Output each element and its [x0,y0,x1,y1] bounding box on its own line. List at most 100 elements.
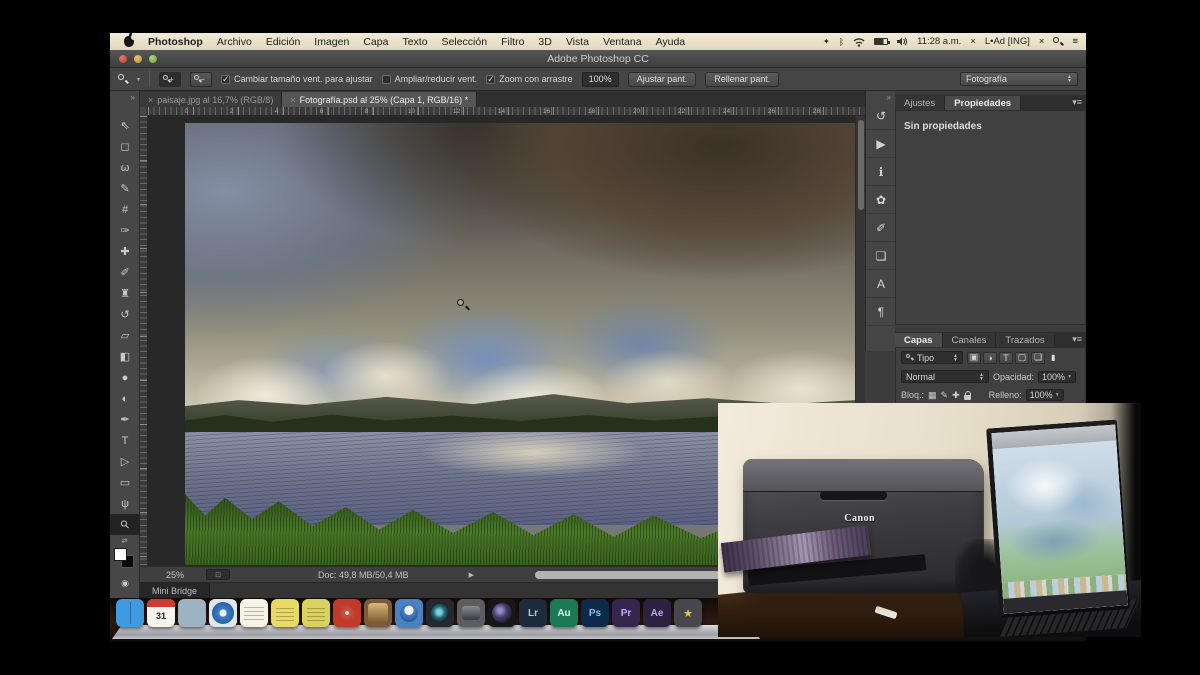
zoom-in-button[interactable]: + [159,72,181,87]
quick-mask-button[interactable]: ◉ [110,573,140,594]
tab-capas[interactable]: Capas [895,333,943,347]
tool-button[interactable]: ♜ [110,283,140,304]
menu-clock[interactable]: 11:28 a.m. [917,36,961,47]
dock-icon[interactable]: Pr [612,599,640,627]
checkbox-zoom-all-windows[interactable]: Ampliar/reducir vent. [382,74,478,84]
menu-app-name[interactable]: Photoshop [148,36,203,48]
tool-button[interactable]: # [110,199,140,220]
menu-item[interactable]: Filtro [501,36,524,48]
apple-menu-icon[interactable] [124,36,134,47]
swap-colors-icon[interactable]: ⇄ [110,537,139,545]
close-window-button[interactable] [119,55,127,63]
dock-icon[interactable] [333,599,361,627]
lock-position-icon[interactable]: ✚ [952,390,960,401]
dock-icon[interactable] [674,599,702,627]
zoom-tool-icon[interactable] [118,74,128,84]
menu-item[interactable]: Vista [566,36,589,48]
collapsed-panel-icon[interactable]: ¶ [866,298,896,326]
dock-icon[interactable] [364,599,392,627]
input-close-right[interactable]: × [1039,36,1045,47]
horizontal-ruler[interactable]: 0246810121416182022242628 [148,107,865,116]
dock-icon[interactable] [116,599,144,627]
tool-button[interactable]: ▱ [110,325,140,346]
layer-filter-icon[interactable]: T [999,352,1013,364]
blend-mode-select[interactable]: Normal ▲▼ [901,370,989,383]
status-expand-icon[interactable]: ▶ [469,571,474,579]
collapsed-panel-icon[interactable]: ↺ [866,102,896,130]
fill-screen-button[interactable]: Rellenar pant. [705,72,779,87]
tool-button[interactable]: ⚲ [110,514,140,535]
dock-icon[interactable]: Au [550,599,578,627]
vertical-scrollbar-thumb[interactable] [858,120,864,210]
tab-canales[interactable]: Canales [943,333,997,347]
checkbox-box[interactable] [486,75,495,84]
battery-icon[interactable] [874,38,888,45]
tool-button[interactable]: ▭ [110,472,140,493]
tool-preset-caret[interactable]: ▾ [137,76,140,83]
dock-icon[interactable] [302,599,330,627]
input-method-label[interactable]: L•Ad [ING] [985,36,1030,47]
zoom-level-field[interactable]: 25% [166,570,184,580]
menu-item[interactable]: Selección [442,36,488,48]
checkbox-box[interactable] [382,75,391,84]
tool-button[interactable]: ψ [110,493,140,514]
close-tab-icon[interactable]: × [290,95,295,105]
tool-button[interactable]: ✚ [110,241,140,262]
mini-bridge-tab[interactable]: Mini Bridge [140,583,210,599]
close-tab-icon[interactable]: × [148,95,153,105]
dock-icon[interactable] [426,599,454,627]
tool-button[interactable]: ✐ [110,262,140,283]
zoom-out-button[interactable]: − [190,72,212,87]
menu-item[interactable]: Ventana [603,36,642,48]
collapsed-panel-icon[interactable]: ✐ [866,214,896,242]
layer-filter-type-select[interactable]: Tipo ▲▼ [901,351,963,364]
notification-center-icon[interactable]: ≡ [1072,36,1078,47]
lock-transparency-icon[interactable]: ▦ [928,390,937,401]
tab-ajustes[interactable]: Ajustes [895,96,945,110]
menu-item[interactable]: Capa [363,36,388,48]
minimize-window-button[interactable] [134,55,142,63]
dock-icon[interactable] [209,599,237,627]
document-tab-fotografia[interactable]: × Fotografía.psd al 25% (Capa 1, RGB/16)… [282,92,477,107]
panel-menu-icon[interactable]: ▾≡ [1072,97,1082,108]
collapsed-panel-icon[interactable]: ✿ [866,186,896,214]
collapsed-panel-icon[interactable]: ❏ [866,242,896,270]
checkbox-scrubby-zoom[interactable]: Zoom con arrastre [486,74,573,84]
tool-button[interactable]: ↺ [110,304,140,325]
layer-filter-icon[interactable]: ▢ [1015,352,1029,364]
dock-icon[interactable] [457,599,485,627]
menu-item[interactable]: Archivo [217,36,252,48]
panels-collapse-icon[interactable]: » [866,91,895,102]
bluetooth-icon[interactable]: ᛒ [839,37,844,47]
misc-status-icon[interactable]: ✦ [823,37,830,46]
tool-button[interactable]: ▷ [110,451,140,472]
menu-item[interactable]: Edición [266,36,300,48]
vertical-ruler[interactable]: 02468101214161820 [140,116,148,566]
tab-propiedades[interactable]: Propiedades [945,96,1021,110]
dock-icon[interactable] [178,599,206,627]
tab-trazados[interactable]: Trazados [996,333,1054,347]
collapsed-panel-icon[interactable]: ℹ [866,158,896,186]
tools-collapse-icon[interactable]: » [110,91,139,102]
dock-icon[interactable] [488,599,516,627]
volume-icon[interactable] [897,37,908,46]
collapsed-panel-icon[interactable]: A [866,270,896,298]
checkbox-resize-windows-to-fit[interactable]: Cambiar tamaño vent. para ajustar [221,74,373,84]
zoom-100-button[interactable]: 100% [582,72,619,87]
fit-screen-button[interactable]: Ajustar pant. [628,72,697,87]
dock-icon[interactable] [240,599,268,627]
tool-button[interactable]: ◐ [110,388,140,409]
tool-button[interactable]: T [110,430,140,451]
tool-button[interactable]: ◧ [110,346,140,367]
lock-pixels-icon[interactable]: ✎ [941,390,949,401]
tool-button[interactable]: ✎ [110,178,140,199]
dock-icon[interactable] [395,599,423,627]
dock-icon[interactable]: Ps [581,599,609,627]
input-close-left[interactable]: × [970,36,976,47]
layer-filter-icon[interactable]: ◑ [983,352,997,364]
spotlight-icon[interactable] [1053,37,1063,47]
panel-menu-icon[interactable]: ▾≡ [1072,334,1082,345]
tool-button[interactable]: ω [110,157,140,178]
tool-button[interactable]: ◻ [110,136,140,157]
wifi-icon[interactable] [853,37,865,47]
